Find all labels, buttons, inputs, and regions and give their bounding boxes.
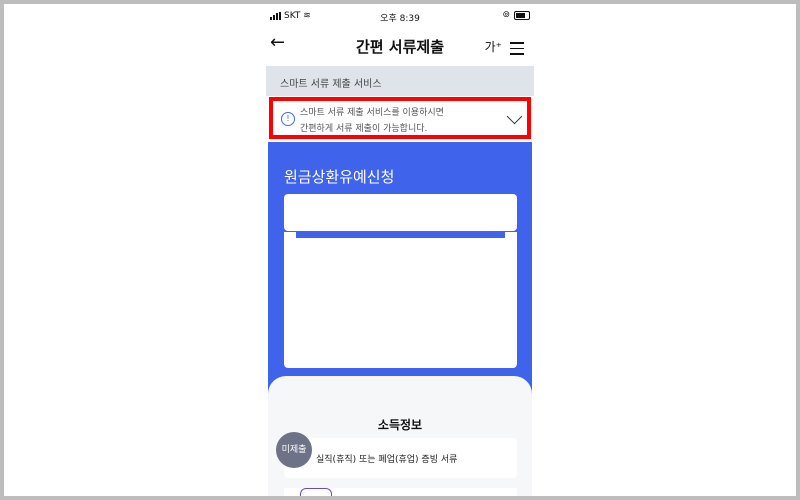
menu-icon[interactable] — [510, 42, 524, 59]
battery-icon — [514, 10, 530, 20]
application-card-top — [284, 194, 517, 231]
status-right: ⊚ — [502, 10, 530, 20]
card-notch-right — [505, 232, 517, 242]
card-notch-left — [284, 232, 296, 242]
income-title: 소득정보 — [377, 418, 423, 432]
document-item[interactable]: 실직(휴직) 또는 폐업(휴업) 증빙 서류 — [284, 438, 517, 478]
notice-line-2: 간편하게 서류 제출이 가능합니다. — [300, 124, 428, 134]
application-title: 원금상환유예신청 — [284, 168, 395, 186]
font-size-button[interactable]: 가⁺ — [485, 38, 502, 55]
not-submitted-badge[interactable]: 미제출 — [276, 432, 312, 468]
nav-header: ← 간편 서류제출 가⁺ — [266, 28, 534, 64]
tag-outline — [300, 488, 332, 496]
status-time: 오후 8:39 — [380, 14, 420, 24]
income-sheet: 소득정보 실직(휴직) 또는 폐업(휴업) 증빙 서류 — [268, 376, 532, 496]
section-header: 스마트 서류 제출 서비스 — [266, 66, 534, 96]
status-bar: SKT ≋ 오후 8:39 ⊚ — [266, 4, 534, 28]
document-label: 실직(휴직) 또는 폐업(휴업) 증빙 서류 — [316, 455, 458, 465]
application-card-body — [284, 232, 517, 368]
phone-screen: SKT ≋ 오후 8:39 ⊚ ← 간편 서류제출 가⁺ 스마트 서류 제출 서… — [266, 4, 534, 496]
info-icon: ! — [281, 112, 295, 126]
application-panel: 원금상환유예신청 — [268, 142, 532, 402]
smart-service-notice[interactable]: ! 스마트 서류 제출 서비스를 이용하시면 간편하게 서류 제출이 가능합니다… — [269, 97, 531, 139]
chevron-down-icon[interactable] — [506, 108, 523, 125]
section-label: 스마트 서류 제출 서비스 — [280, 79, 382, 90]
notice-line-1: 스마트 서류 제출 서비스를 이용하시면 — [300, 108, 444, 118]
next-document-item[interactable] — [284, 488, 517, 496]
orientation-lock-icon: ⊚ — [502, 10, 510, 20]
